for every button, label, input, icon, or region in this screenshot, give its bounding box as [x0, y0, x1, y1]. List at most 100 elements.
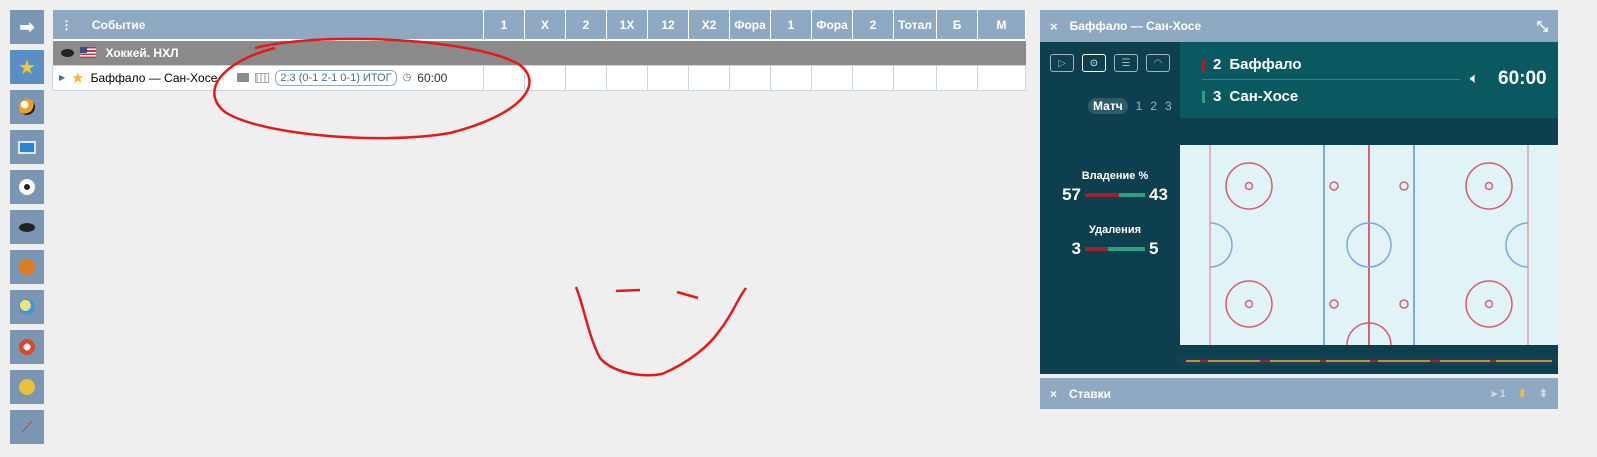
events-table-panel: ⋮ Событие 1 X 2 1X 12 X2 Фора 1 Фора 2 Т…	[52, 10, 1026, 91]
possession-bar	[1085, 193, 1145, 197]
header-col[interactable]: М	[977, 10, 1026, 40]
favorite-star-icon[interactable]: ★	[71, 69, 84, 87]
favorites-button[interactable]: ★	[10, 50, 44, 84]
odds-cell[interactable]	[936, 64, 978, 91]
period-tabs: Матч 1 2 3	[1088, 98, 1172, 114]
match-teams[interactable]: Баффало — Сан-Хосе	[91, 71, 218, 85]
header-col[interactable]: Тотал	[893, 10, 937, 40]
hockey-puck-icon	[60, 48, 74, 57]
arrow-right-icon: ➡	[19, 16, 35, 37]
header-col[interactable]: Б	[936, 10, 978, 40]
header-col[interactable]: X	[524, 10, 566, 40]
hockey-button[interactable]	[10, 210, 44, 244]
tv-icon[interactable]	[237, 73, 250, 82]
league-row[interactable]: Хоккей. НХЛ	[52, 39, 1026, 65]
sort-arrows-icon[interactable]: ⬍	[1539, 387, 1548, 400]
close-icon[interactable]: ×	[1050, 19, 1058, 34]
header-col[interactable]: Фора	[729, 10, 771, 40]
widget-title: Баффало — Сан-Хосе	[1069, 19, 1202, 33]
basketball-icon	[19, 259, 35, 275]
bets-controls: ▸ 1 ⬍ ⬍	[1492, 387, 1548, 401]
odds-cell[interactable]	[811, 64, 853, 91]
header-col[interactable]: 1	[770, 10, 812, 40]
possession-right: 43	[1149, 185, 1168, 204]
penalties-bar	[1085, 247, 1145, 251]
header-col[interactable]: X2	[688, 10, 730, 40]
stats-list-icon[interactable]: ☰	[1114, 54, 1138, 72]
table-header-row: ⋮ Событие 1 X 2 1X 12 X2 Фора 1 Фора 2 Т…	[52, 10, 1026, 40]
odds-cell[interactable]	[647, 64, 689, 91]
odds-cell[interactable]	[565, 64, 607, 91]
odds-cell[interactable]	[770, 64, 812, 91]
volleyball-button[interactable]	[10, 290, 44, 324]
possession-label: Владение %	[1081, 170, 1149, 182]
tab-match[interactable]: Матч	[1088, 98, 1128, 114]
star-icon: ★	[18, 56, 36, 79]
collapse-arrows-icon[interactable]: ⤡	[1537, 18, 1548, 35]
sports-sidebar: ➡ ★ ⟋	[10, 10, 44, 450]
speedometer-icon[interactable]: ◠	[1146, 54, 1170, 72]
play-icon[interactable]: ▸	[1492, 387, 1498, 400]
speaker-icon[interactable]: 🔈︎	[1470, 70, 1479, 87]
tab-period-3[interactable]: 3	[1165, 99, 1172, 113]
penalties-right: 5	[1149, 239, 1159, 258]
league-name: Хоккей. НХЛ	[105, 45, 179, 60]
header-col[interactable]: 2	[565, 10, 607, 40]
possession-left: 57	[1062, 185, 1081, 204]
handball-button[interactable]	[10, 330, 44, 364]
penalties-bar-right	[1107, 247, 1145, 251]
penalties-bar-left	[1085, 247, 1108, 251]
events-table: ⋮ Событие 1 X 2 1X 12 X2 Фора 1 Фора 2 Т…	[52, 10, 1026, 91]
close-icon[interactable]: ×	[1050, 387, 1057, 401]
match-score: 2:3 (0-1 2-1 0-1) ИТОГ	[275, 69, 397, 86]
basketball-button[interactable]	[10, 250, 44, 284]
odds-cell[interactable]	[606, 64, 648, 91]
header-col[interactable]: 2	[852, 10, 894, 40]
odds-cell[interactable]	[852, 64, 894, 91]
badminton-button[interactable]: ⟋	[10, 410, 44, 444]
collapse-arrow-button[interactable]: ➡	[10, 10, 44, 44]
odds-cell[interactable]	[977, 64, 1026, 91]
menu-dots-icon[interactable]: ⋮	[53, 18, 81, 32]
odds-cell[interactable]	[483, 64, 525, 91]
game-clock: 60:00	[1498, 68, 1547, 89]
header-col[interactable]: 1	[483, 10, 525, 40]
team2-name: Сан-Хосе	[1229, 88, 1299, 105]
header-col[interactable]: 1X	[606, 10, 648, 40]
tab-period-2[interactable]: 2	[1150, 99, 1157, 113]
tracker-toolbar: ▷ ⊙ ☰ ◠	[1050, 54, 1170, 72]
hockey-rink	[1180, 145, 1558, 345]
team1-score: 2	[1213, 56, 1222, 73]
header-col[interactable]: Фора	[811, 10, 853, 40]
live-tv-button[interactable]	[10, 130, 44, 164]
volleyball-icon	[19, 299, 35, 315]
odds-cell[interactable]	[729, 64, 771, 91]
sort-arrows-icon[interactable]: ⬍	[1518, 387, 1527, 400]
expand-triangle-icon[interactable]: ▶	[59, 73, 65, 82]
video-play-icon[interactable]: ▷	[1050, 54, 1074, 72]
team1-color-mark	[1202, 58, 1205, 71]
odds-cell[interactable]	[893, 64, 937, 91]
soccer-button[interactable]	[10, 170, 44, 204]
usa-flag-icon	[79, 47, 96, 59]
clock-icon: ◷	[402, 72, 412, 83]
handball-icon	[19, 339, 35, 355]
soccer-ball-icon	[19, 179, 35, 195]
match-tracker: ▷ ⊙ ☰ ◠ Матч 1 2 3 2 Баффало 3 Сан-Хосе …	[1040, 42, 1558, 374]
match-row[interactable]: ▶ ★ Баффало — Сан-Хосе 2:3 (0-1 2-1 0-1)…	[52, 64, 1026, 91]
stats-icon[interactable]	[255, 72, 270, 83]
multi-sport-button[interactable]	[10, 90, 44, 124]
bets-panel-header[interactable]: × Ставки ▸ 1 ⬍ ⬍	[1040, 378, 1558, 409]
header-event[interactable]: ⋮ Событие	[52, 10, 484, 40]
red-smile-annotation	[574, 286, 747, 377]
hockey-puck-icon	[19, 222, 35, 232]
penalties-left: 3	[1071, 239, 1081, 258]
header-col[interactable]: 12	[647, 10, 689, 40]
tennis-button[interactable]	[10, 370, 44, 404]
odds-cell[interactable]	[524, 64, 566, 91]
odds-cell[interactable]	[688, 64, 730, 91]
tab-period-1[interactable]: 1	[1136, 99, 1143, 113]
field-view-icon[interactable]: ⊙	[1082, 54, 1106, 72]
red-dash-annotation	[676, 290, 699, 300]
match-time: 60:00	[417, 70, 448, 85]
